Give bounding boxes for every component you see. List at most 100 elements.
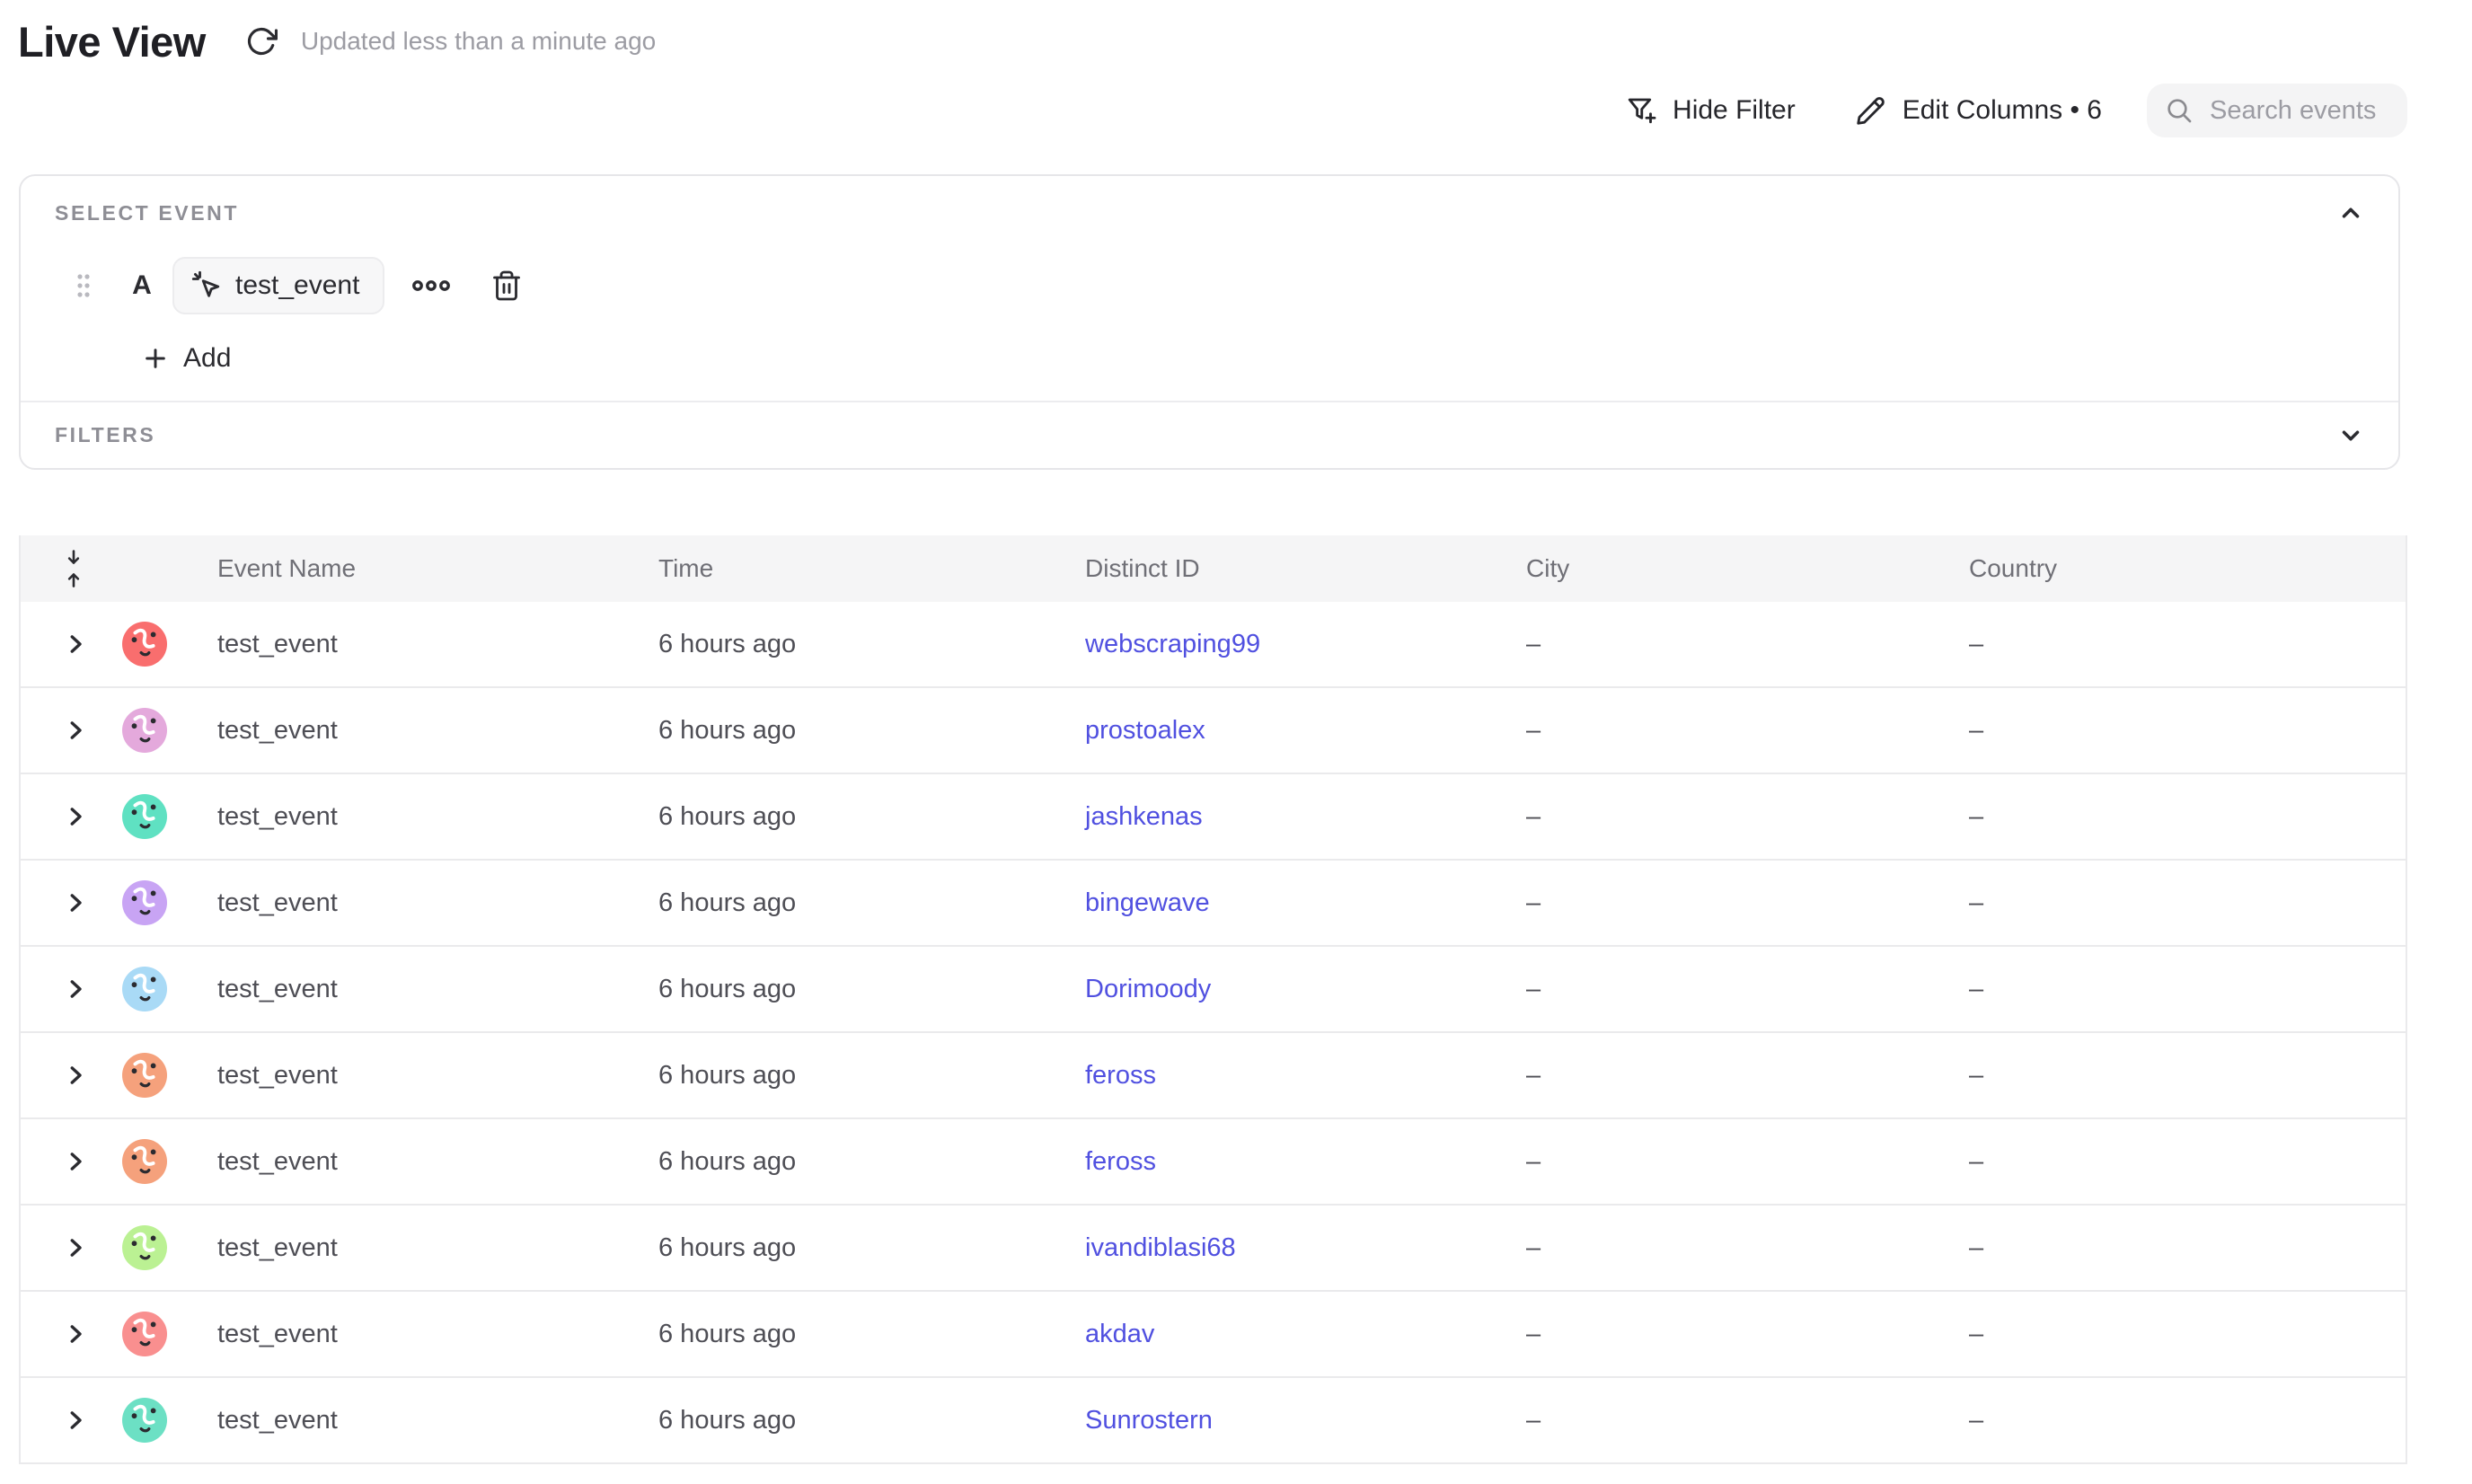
distinct-id-link[interactable]: feross: [1085, 1061, 1156, 1090]
event-name-cell: test_event: [217, 1061, 658, 1091]
table-row: test_event 6 hours ago feross – –: [21, 1119, 2406, 1206]
country-cell: –: [1969, 1406, 2406, 1435]
select-event-label: SELECT EVENT: [55, 201, 239, 225]
avatar: [122, 1398, 167, 1443]
city-cell: –: [1526, 1233, 1969, 1263]
country-cell: –: [1969, 716, 2406, 746]
events-table: Event Name Time Distinct ID City Country: [19, 535, 2407, 1464]
distinct-id-link[interactable]: jashkenas: [1085, 802, 1203, 831]
chevron-up-icon: [2337, 199, 2364, 226]
distinct-id-link[interactable]: prostoalex: [1085, 716, 1205, 745]
country-cell: –: [1969, 888, 2406, 918]
edit-columns-button[interactable]: Edit Columns • 6: [1855, 94, 2102, 127]
event-name-cell: test_event: [217, 888, 658, 918]
expand-row-button[interactable]: [62, 1062, 89, 1089]
add-label: Add: [183, 343, 231, 374]
pencil-icon: [1855, 94, 1887, 127]
add-event-button[interactable]: Add: [141, 343, 231, 374]
toolbar: Hide Filter Edit Columns • 6: [0, 83, 2407, 138]
table-row: test_event 6 hours ago ivandiblasi68 – –: [21, 1206, 2406, 1292]
expand-row-button[interactable]: [62, 1234, 89, 1261]
event-row: A test_event: [21, 257, 2398, 314]
table-row: test_event 6 hours ago jashkenas – –: [21, 774, 2406, 861]
distinct-id-link[interactable]: akdav: [1085, 1320, 1154, 1348]
avatar: [122, 794, 167, 839]
time-cell: 6 hours ago: [658, 1147, 1085, 1177]
event-letter: A: [131, 270, 153, 301]
expand-row-button[interactable]: [62, 803, 89, 830]
hide-filter-button[interactable]: Hide Filter: [1625, 94, 1796, 127]
trash-icon: [490, 269, 523, 302]
expand-row-button[interactable]: [62, 717, 89, 744]
chevron-right-icon: [62, 717, 89, 744]
distinct-id-link[interactable]: Dorimoody: [1085, 975, 1211, 1003]
city-cell: –: [1526, 1320, 1969, 1349]
collapse-section-button[interactable]: [2337, 199, 2364, 226]
expand-row-button[interactable]: [62, 889, 89, 916]
distinct-id-link[interactable]: bingewave: [1085, 888, 1210, 917]
event-name-cell: test_event: [217, 1147, 658, 1177]
time-cell: 6 hours ago: [658, 716, 1085, 746]
city-cell: –: [1526, 802, 1969, 832]
more-options-button[interactable]: [411, 277, 451, 295]
event-name-cell: test_event: [217, 975, 658, 1004]
avatar: [122, 880, 167, 925]
expand-row-button[interactable]: [62, 976, 89, 1003]
table-row: test_event 6 hours ago Dorimoody – –: [21, 947, 2406, 1033]
page-header: Live View Updated less than a minute ago: [0, 0, 2472, 57]
time-cell: 6 hours ago: [658, 1320, 1085, 1349]
event-name-cell: test_event: [217, 1320, 658, 1349]
expand-row-button[interactable]: [62, 1407, 89, 1434]
filters-section: FILTERS: [21, 401, 2398, 468]
city-cell: –: [1526, 716, 1969, 746]
distinct-id-link[interactable]: Sunrostern: [1085, 1406, 1213, 1435]
table-header: Event Name Time Distinct ID City Country: [21, 535, 2406, 602]
avatar: [122, 1312, 167, 1356]
select-event-section: SELECT EVENT A: [21, 176, 2398, 374]
city-cell: –: [1526, 1406, 1969, 1435]
chevron-right-icon: [62, 1321, 89, 1347]
chevron-down-icon: [2337, 422, 2364, 449]
table-row: test_event 6 hours ago webscraping99 – –: [21, 602, 2406, 688]
event-name-cell: test_event: [217, 1233, 658, 1263]
distinct-id-link[interactable]: ivandiblasi68: [1085, 1233, 1236, 1262]
search-events-input[interactable]: [2208, 95, 2391, 127]
city-cell: –: [1526, 630, 1969, 659]
search-events-box[interactable]: [2147, 84, 2407, 137]
city-cell: –: [1526, 1147, 1969, 1177]
collapse-rows-header-cell[interactable]: [21, 549, 122, 588]
distinct-id-link[interactable]: feross: [1085, 1147, 1156, 1176]
distinct-id-link[interactable]: webscraping99: [1085, 630, 1260, 658]
chevron-right-icon: [62, 803, 89, 830]
column-header-distinct-id: Distinct ID: [1085, 554, 1526, 583]
chevron-right-icon: [62, 1234, 89, 1261]
expand-row-button[interactable]: [62, 631, 89, 658]
city-cell: –: [1526, 888, 1969, 918]
query-builder-card: SELECT EVENT A: [19, 174, 2400, 470]
column-header-country: Country: [1969, 554, 2406, 583]
avatar: [122, 622, 167, 667]
expand-filters-button[interactable]: [2337, 422, 2364, 449]
delete-event-button[interactable]: [490, 269, 523, 302]
avatar: [122, 708, 167, 753]
filters-label: FILTERS: [55, 423, 155, 447]
event-select-chip[interactable]: test_event: [172, 257, 384, 314]
drag-handle-icon[interactable]: [74, 270, 93, 301]
expand-row-button[interactable]: [62, 1321, 89, 1347]
country-cell: –: [1969, 1320, 2406, 1349]
time-cell: 6 hours ago: [658, 975, 1085, 1004]
country-cell: –: [1969, 630, 2406, 659]
expand-row-button[interactable]: [62, 1148, 89, 1175]
time-cell: 6 hours ago: [658, 1233, 1085, 1263]
time-cell: 6 hours ago: [658, 630, 1085, 659]
refresh-icon: [245, 25, 278, 57]
table-row: test_event 6 hours ago akdav – –: [21, 1292, 2406, 1378]
selected-event-label: test_event: [235, 270, 359, 301]
refresh-button[interactable]: [245, 25, 278, 57]
event-name-cell: test_event: [217, 630, 658, 659]
avatar: [122, 967, 167, 1011]
chevron-right-icon: [62, 889, 89, 916]
chevron-right-icon: [62, 1407, 89, 1434]
collapse-rows-icon: [62, 549, 85, 588]
country-cell: –: [1969, 802, 2406, 832]
